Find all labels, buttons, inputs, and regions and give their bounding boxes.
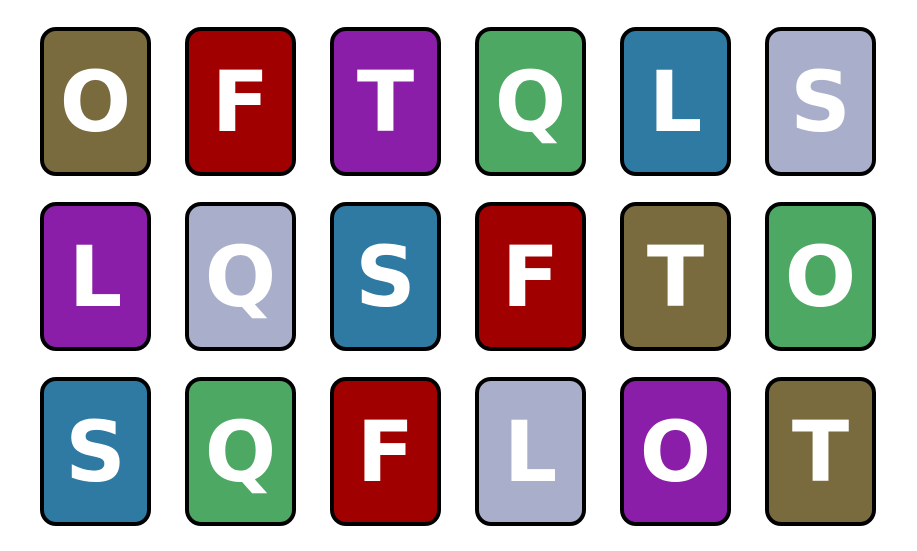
card-letter: L xyxy=(648,52,703,151)
letter-card[interactable]: L xyxy=(40,202,151,351)
letter-card[interactable]: L xyxy=(620,27,731,176)
card-letter: Q xyxy=(204,402,277,501)
card-letter: S xyxy=(65,402,126,501)
card-grid: O F T Q L S L Q S F T O S Q F L O T xyxy=(40,27,876,526)
card-letter: O xyxy=(784,227,857,326)
card-letter: T xyxy=(791,402,850,501)
letter-card[interactable]: T xyxy=(330,27,441,176)
card-letter: O xyxy=(639,402,712,501)
card-letter: T xyxy=(646,227,705,326)
letter-card[interactable]: F xyxy=(185,27,296,176)
card-letter: F xyxy=(356,402,415,501)
letter-card[interactable]: S xyxy=(765,27,876,176)
card-letter: Q xyxy=(494,52,567,151)
letter-card[interactable]: S xyxy=(40,377,151,526)
card-letter: O xyxy=(59,52,132,151)
letter-card[interactable]: Q xyxy=(185,202,296,351)
card-letter: T xyxy=(356,52,415,151)
letter-card[interactable]: Q xyxy=(185,377,296,526)
letter-card[interactable]: Q xyxy=(475,27,586,176)
card-letter: L xyxy=(503,402,558,501)
letter-card[interactable]: T xyxy=(765,377,876,526)
letter-card[interactable]: O xyxy=(620,377,731,526)
card-letter: F xyxy=(211,52,270,151)
card-letter: F xyxy=(501,227,560,326)
letter-card[interactable]: F xyxy=(475,202,586,351)
letter-card[interactable]: O xyxy=(765,202,876,351)
letter-card[interactable]: L xyxy=(475,377,586,526)
letter-card[interactable]: T xyxy=(620,202,731,351)
card-letter: S xyxy=(790,52,851,151)
card-letter: S xyxy=(355,227,416,326)
card-letter: L xyxy=(68,227,123,326)
card-letter: Q xyxy=(204,227,277,326)
letter-card[interactable]: O xyxy=(40,27,151,176)
letter-card[interactable]: F xyxy=(330,377,441,526)
letter-card[interactable]: S xyxy=(330,202,441,351)
